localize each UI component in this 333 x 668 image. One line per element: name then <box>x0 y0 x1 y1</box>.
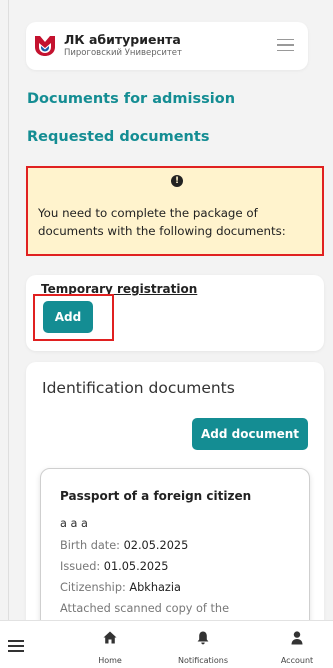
add-document-button[interactable]: Add document <box>192 418 308 450</box>
nav-account-label: Account <box>280 656 314 665</box>
home-icon <box>103 631 117 644</box>
warning-alert: ! You need to complete the package of do… <box>26 166 324 256</box>
alert-message: You need to complete the package of docu… <box>38 206 286 238</box>
nav-home-label: Home <box>98 656 122 665</box>
nav-notifications-label: Notifications <box>177 656 229 665</box>
citizenship-label: Citizenship: <box>60 581 130 594</box>
scroll-content[interactable]: ЛК абитуриента Пироговский Университет D… <box>0 0 333 620</box>
scan-note: Attached scanned copy of the <box>60 602 230 615</box>
identification-title: Identification documents <box>42 379 235 397</box>
document-title: Passport of a foreign citizen <box>60 489 252 503</box>
exclamation-circle-icon: ! <box>171 175 183 187</box>
hamburger-icon[interactable] <box>8 640 24 652</box>
add-button[interactable]: Add <box>43 301 93 333</box>
page: ЛК абитуриента Пироговский Университет D… <box>0 0 333 668</box>
citizenship-value: Abkhazia <box>129 581 181 594</box>
nav-notifications[interactable]: Notifications <box>168 621 238 668</box>
user-icon <box>291 631 303 645</box>
citizenship-line: Citizenship: Abkhazia <box>60 581 181 594</box>
bottom-navigation: Home Notifications Account <box>0 620 333 668</box>
page-title: Documents for admission <box>27 91 236 107</box>
hamburger-menu-icon[interactable] <box>277 39 294 52</box>
issued-value: 01.05.2025 <box>103 560 169 573</box>
nav-account[interactable]: Account <box>274 621 320 668</box>
issued-line: Issued: 01.05.2025 <box>60 560 168 573</box>
nav-home[interactable]: Home <box>87 621 133 668</box>
birth-date-label: Birth date: <box>60 539 124 552</box>
passport-document-card[interactable]: Passport of a foreign citizen а а а Birt… <box>40 468 310 620</box>
bell-icon <box>197 631 209 645</box>
issued-label: Issued: <box>60 560 104 573</box>
university-logo-icon[interactable] <box>33 33 57 57</box>
birth-date-line: Birth date: 02.05.2025 <box>60 539 188 552</box>
brand-title: ЛК абитуриента <box>64 32 181 47</box>
birth-date-value: 02.05.2025 <box>123 539 189 552</box>
app-header: ЛК абитуриента Пироговский Университет <box>26 22 308 70</box>
section-title: Requested documents <box>27 129 210 145</box>
brand-subtitle: Пироговский Университет <box>64 48 182 58</box>
document-holder-name: а а а <box>60 517 88 530</box>
